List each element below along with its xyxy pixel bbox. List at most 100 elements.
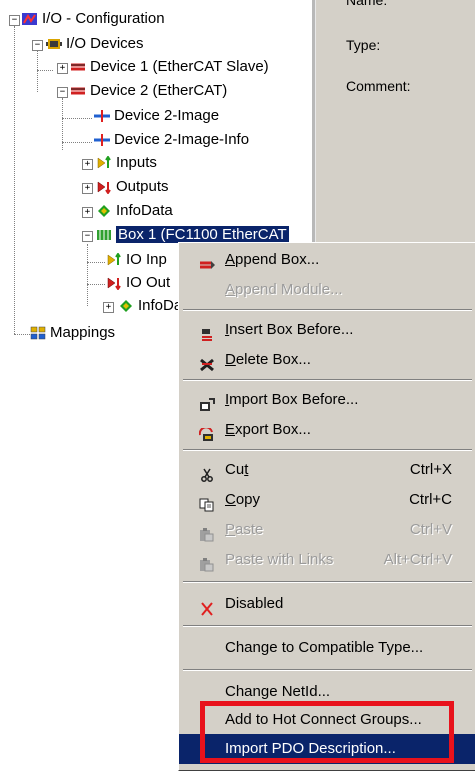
menu-separator <box>183 625 472 627</box>
tree-label: Device 2-Image-Info <box>114 131 250 149</box>
tree-line <box>14 334 30 335</box>
import-box-icon <box>199 393 215 411</box>
menu-item-label: Export Box... <box>225 421 311 438</box>
tree-label: Outputs <box>116 178 169 196</box>
tree-label: Box 1 (FC1100 EtherCAT <box>116 226 289 244</box>
tree-line <box>37 70 53 71</box>
tree-node-infodata[interactable]: InfoData <box>96 200 173 222</box>
menu-item-export-box[interactable]: Export Box... <box>179 415 475 445</box>
menu-item-disabled[interactable]: Disabled <box>179 589 475 619</box>
shortcut-label: Ctrl+C <box>409 491 452 508</box>
shortcut-label: Ctrl+X <box>409 461 452 478</box>
menu-item-append-module[interactable]: Append Module... <box>179 275 475 305</box>
menu-item-label: Paste <box>225 521 264 538</box>
red-x-icon <box>199 597 215 616</box>
tree-node-device2[interactable]: Device 2 (EtherCAT) <box>70 80 227 102</box>
menu-item-delete-box[interactable]: Delete Box... <box>179 345 475 375</box>
tree-line <box>14 26 15 334</box>
scissors-icon <box>199 463 215 482</box>
expand-toggle[interactable]: + <box>82 207 93 218</box>
menu-item-paste-with-links[interactable]: Paste with Links Alt+Ctrl+V <box>179 545 475 575</box>
ethercat-device-icon <box>70 59 86 73</box>
delete-icon <box>199 353 215 372</box>
append-box-icon <box>199 253 215 269</box>
tree-line <box>62 142 92 143</box>
tree-label: InfoData <box>116 202 173 220</box>
tree-node-io-inputs[interactable]: IO Inp <box>106 249 167 271</box>
paste-links-icon <box>199 553 215 572</box>
menu-item-append-box[interactable]: Append Box... <box>179 245 475 275</box>
menu-item-label: Import Box Before... <box>225 391 359 408</box>
ethercat-device-icon <box>70 83 86 97</box>
tree-node-device1[interactable]: Device 1 (EtherCAT Slave) <box>70 56 269 78</box>
comment-label: Comment: <box>346 78 411 94</box>
tree-node-io-devices[interactable]: I/O Devices <box>46 33 144 55</box>
infodata-icon <box>96 203 112 218</box>
tree-line <box>37 50 38 92</box>
image-icon <box>94 132 110 147</box>
paste-icon <box>199 523 215 542</box>
tree-node-inputs[interactable]: Inputs <box>96 152 157 174</box>
collapse-toggle[interactable]: − <box>82 231 93 242</box>
tree-node-io-configuration[interactable]: I/O - Configuration <box>22 8 165 30</box>
tree-label: Inputs <box>116 154 157 172</box>
menu-item-label: Copy <box>225 491 261 508</box>
tree-node-device2-image[interactable]: Device 2-Image <box>94 105 219 127</box>
insert-box-icon <box>199 323 215 341</box>
menu-item-insert-box-before[interactable]: Insert Box Before... <box>179 315 475 345</box>
menu-separator <box>183 449 472 451</box>
tree-node-box-infodata[interactable]: InfoDa <box>118 295 182 317</box>
copy-icon <box>199 493 215 512</box>
menu-item-paste[interactable]: Paste Ctrl+V <box>179 515 475 545</box>
export-box-icon <box>198 423 215 441</box>
io-configuration-icon <box>22 11 38 26</box>
highlight-box <box>200 701 454 763</box>
menu-separator <box>183 379 472 381</box>
infodata-icon <box>118 298 134 313</box>
menu-item-label: Cut <box>225 461 249 478</box>
tree-node-device2-image-info[interactable]: Device 2-Image-Info <box>94 129 249 151</box>
expand-toggle[interactable]: + <box>82 159 93 170</box>
name-label: Name: <box>346 0 388 8</box>
inputs-icon <box>96 155 112 169</box>
shortcut-label: Alt+Ctrl+V <box>383 551 452 568</box>
box-icon <box>96 227 112 241</box>
menu-item-label: Insert Box Before... <box>225 321 354 338</box>
menu-item-label: Append Box... <box>225 251 320 268</box>
menu-item-label: Delete Box... <box>225 351 311 368</box>
collapse-toggle[interactable]: − <box>57 87 68 98</box>
expand-toggle[interactable]: + <box>103 302 114 313</box>
menu-item-import-box-before[interactable]: Import Box Before... <box>179 385 475 415</box>
outputs-icon <box>106 275 122 291</box>
menu-item-change-compatible-type[interactable]: Change to Compatible Type... <box>179 633 475 663</box>
expand-toggle[interactable]: + <box>82 183 93 194</box>
menu-separator <box>183 309 472 311</box>
menu-item-copy[interactable]: Copy Ctrl+C <box>179 485 475 515</box>
tree-node-io-outputs[interactable]: IO Out <box>106 272 170 294</box>
tree-label: I/O Devices <box>66 35 144 53</box>
menu-item-label: Append Module... <box>225 281 343 298</box>
context-menu: Append Box... Append Module... Insert Bo… <box>178 242 475 771</box>
tree-label: IO Inp <box>126 251 167 269</box>
tree-line <box>62 118 92 119</box>
expand-toggle[interactable]: + <box>57 63 68 74</box>
outputs-icon <box>96 179 112 195</box>
tree-label: InfoDa <box>138 297 183 315</box>
tree-label: Device 2 (EtherCAT) <box>90 82 228 100</box>
mappings-icon <box>30 325 46 340</box>
tree-label: Device 1 (EtherCAT Slave) <box>90 58 269 76</box>
menu-item-cut[interactable]: Cut Ctrl+X <box>179 455 475 485</box>
collapse-toggle[interactable]: − <box>32 40 43 51</box>
menu-separator <box>183 581 472 583</box>
io-devices-icon <box>46 36 62 50</box>
tree-node-mappings[interactable]: Mappings <box>30 322 115 344</box>
menu-separator <box>183 669 472 671</box>
collapse-toggle[interactable]: − <box>9 15 20 26</box>
image-icon <box>94 108 110 123</box>
shortcut-label: Ctrl+V <box>409 521 452 538</box>
tree-line <box>87 244 88 306</box>
tree-label: IO Out <box>126 274 171 292</box>
menu-item-label: Disabled <box>225 595 284 612</box>
tree-line <box>87 284 105 285</box>
tree-node-outputs[interactable]: Outputs <box>96 176 169 198</box>
